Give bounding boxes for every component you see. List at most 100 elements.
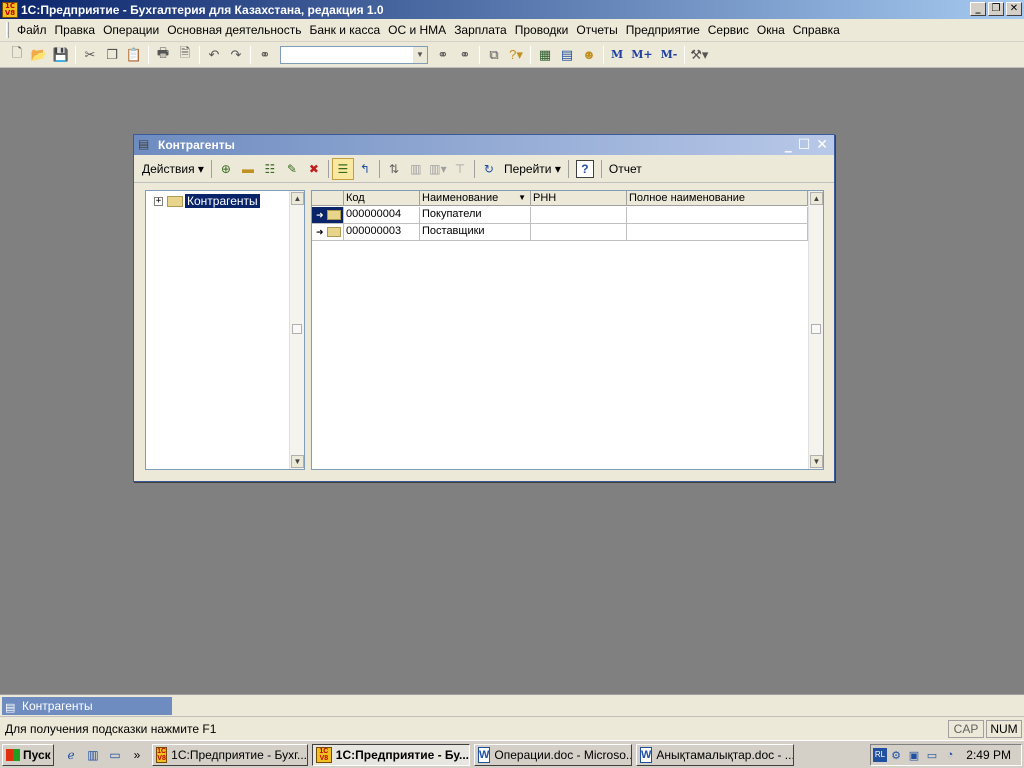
filter-list-icon[interactable]: ▥▾ [427, 158, 449, 180]
open-folder-icon[interactable]: 📂 [28, 44, 50, 66]
delete-item-icon[interactable]: ✖ [303, 158, 325, 180]
clock[interactable]: 2:49 PM [966, 748, 1011, 762]
calculator-icon[interactable]: ▦ [534, 44, 556, 66]
copy-item-icon[interactable]: ☷ [259, 158, 281, 180]
menu-bar: Файл Правка Операции Основная деятельнос… [0, 19, 1024, 42]
refresh-icon[interactable]: ↻ [478, 158, 500, 180]
restore-button[interactable]: ❐ [988, 2, 1004, 16]
taskbar-task-active[interactable]: 1C V8 1С:Предприятие - Бу... [312, 743, 470, 766]
column-header-icon[interactable] [312, 191, 344, 206]
save-icon[interactable]: 💾 [50, 44, 72, 66]
add-item-icon[interactable]: ⊕ [215, 158, 237, 180]
scroll-up-icon[interactable]: ▲ [810, 192, 823, 205]
menu-enterprise[interactable]: Предприятие [622, 23, 704, 37]
taskbar-task[interactable]: W Операции.doc - Microso... [474, 743, 632, 766]
quick-launch-disk-icon[interactable]: ▭ [104, 744, 126, 766]
print-icon[interactable]: 🖶 [152, 44, 174, 66]
column-header-code[interactable]: Код [344, 191, 420, 206]
memory-m-minus-button[interactable]: M- [657, 48, 682, 61]
menu-edit[interactable]: Правка [51, 23, 100, 37]
table-scrollbar[interactable]: ▲ ▼ [808, 191, 823, 469]
child-maximize-button[interactable]: ☐ [798, 137, 811, 153]
print-preview-icon[interactable]: 🗎 [174, 44, 196, 66]
tools-icon[interactable]: ⚒▾ [688, 44, 710, 66]
search-combo[interactable]: ▼ [280, 45, 428, 64]
calendar-icon[interactable]: ▤ [556, 44, 578, 66]
menu-entries[interactable]: Проводки [511, 23, 573, 37]
tray-volume-icon[interactable]: ◔ [941, 749, 959, 761]
child-minimize-button[interactable]: _ [785, 137, 792, 153]
column-header-rnn[interactable]: РНН [531, 191, 627, 206]
cut-icon[interactable]: ✂ [79, 44, 101, 66]
tray-network-icon[interactable]: ⚙ [887, 749, 905, 762]
filter-icon[interactable]: ▥ [405, 158, 427, 180]
undo-icon[interactable]: ↶ [203, 44, 225, 66]
language-indicator[interactable]: RL [873, 748, 887, 762]
edit-item-icon[interactable]: ✎ [281, 158, 303, 180]
help-1c-icon[interactable]: ?▾ [505, 44, 527, 66]
taskbar-task[interactable]: 1C V8 1С:Предприятие - Бухг... [152, 743, 308, 766]
menu-help[interactable]: Справка [789, 23, 844, 37]
scroll-down-icon[interactable]: ▼ [291, 455, 304, 468]
menubar-grip[interactable] [6, 22, 9, 38]
redo-icon[interactable]: ↷ [225, 44, 247, 66]
windows-logo-icon [6, 748, 20, 761]
scroll-down-icon[interactable]: ▼ [810, 455, 823, 468]
user-key-icon[interactable]: ☻ [578, 44, 600, 66]
taskbar-task[interactable]: W Анықтамалықтар.doc - ... [636, 743, 794, 766]
hierarchy-view-icon[interactable]: ☰ [331, 157, 354, 180]
expand-plus-icon[interactable]: + [154, 196, 163, 206]
column-header-name[interactable]: Наименование ▼ [420, 191, 531, 206]
memory-m-plus-button[interactable]: M+ [627, 48, 656, 61]
menu-operations[interactable]: Операции [99, 23, 163, 37]
app-titlebar: 1C V8 1С:Предприятие - Бухгалтерия для Ка… [0, 0, 1024, 19]
windows-icon[interactable]: ⧉ [483, 44, 505, 66]
scroll-up-icon[interactable]: ▲ [291, 192, 304, 205]
help-button[interactable]: ? [575, 159, 594, 178]
paste-icon[interactable]: 📋 [123, 44, 145, 66]
find-next-icon[interactable]: ⚭ [454, 44, 476, 66]
table-row[interactable]: ➜ 000000004 Покупатели [312, 207, 808, 224]
quick-launch-app-icon[interactable]: ▥ [82, 744, 104, 766]
chevron-down-icon[interactable]: ▼ [413, 46, 427, 63]
actions-menu-button[interactable]: Действия ▾ [138, 162, 208, 176]
tree-node-root[interactable]: + Контрагенты [154, 194, 260, 208]
menu-fixed-assets[interactable]: ОС и НМА [384, 23, 450, 37]
sort-filter-icon[interactable]: ⇅ [383, 158, 405, 180]
find-prev-icon[interactable]: ⚭ [432, 44, 454, 66]
counterparties-table[interactable]: Код Наименование ▼ РНН Полное наименовани… [311, 190, 824, 470]
tray-app-icon[interactable]: ▣ [905, 749, 923, 762]
table-row[interactable]: ➜ 000000003 Поставщики [312, 224, 808, 241]
quick-launch-more-icon[interactable]: » [126, 744, 148, 766]
clear-filter-icon[interactable]: ⊤ [449, 158, 471, 180]
minimize-button[interactable]: _ [970, 2, 986, 16]
find-binoculars-icon[interactable]: ⚭ [254, 44, 276, 66]
table-header: Код Наименование ▼ РНН Полное наименовани… [312, 191, 808, 206]
menu-bank-cash[interactable]: Банк и касса [305, 23, 384, 37]
level-up-icon[interactable]: ↰ [354, 158, 376, 180]
menu-service[interactable]: Сервис [704, 23, 753, 37]
internet-explorer-icon[interactable]: ℯ [60, 744, 82, 766]
add-group-icon[interactable]: ▬ [237, 158, 259, 180]
close-button[interactable]: ✕ [1006, 2, 1022, 16]
start-button[interactable]: Пуск [2, 743, 54, 766]
tree-scrollbar[interactable]: ▲ ▼ [289, 191, 304, 469]
new-document-icon[interactable]: 🗋 [6, 44, 28, 66]
memory-m-button[interactable]: M [607, 48, 627, 61]
tray-display-icon[interactable]: ▭ [923, 749, 941, 762]
menu-main-activity[interactable]: Основная деятельность [163, 23, 305, 37]
copy-icon[interactable]: ❐ [101, 44, 123, 66]
report-button[interactable]: Отчет [605, 162, 646, 176]
group-tree[interactable]: + Контрагенты ▲ ▼ [145, 190, 305, 470]
tree-node-label[interactable]: Контрагенты [185, 194, 260, 208]
menu-windows[interactable]: Окна [753, 23, 789, 37]
menu-reports[interactable]: Отчеты [572, 23, 621, 37]
child-close-button[interactable]: ✕ [816, 137, 828, 153]
scroll-thumb[interactable] [292, 324, 302, 335]
scroll-thumb[interactable] [811, 324, 821, 335]
menu-file[interactable]: Файл [13, 23, 51, 37]
window-tab-counterparties[interactable]: ▤ Контрагенты [2, 697, 172, 715]
menu-salary[interactable]: Зарплата [450, 23, 511, 37]
column-header-full-name[interactable]: Полное наименование [627, 191, 808, 206]
goto-menu-button[interactable]: Перейти ▾ [500, 162, 565, 176]
